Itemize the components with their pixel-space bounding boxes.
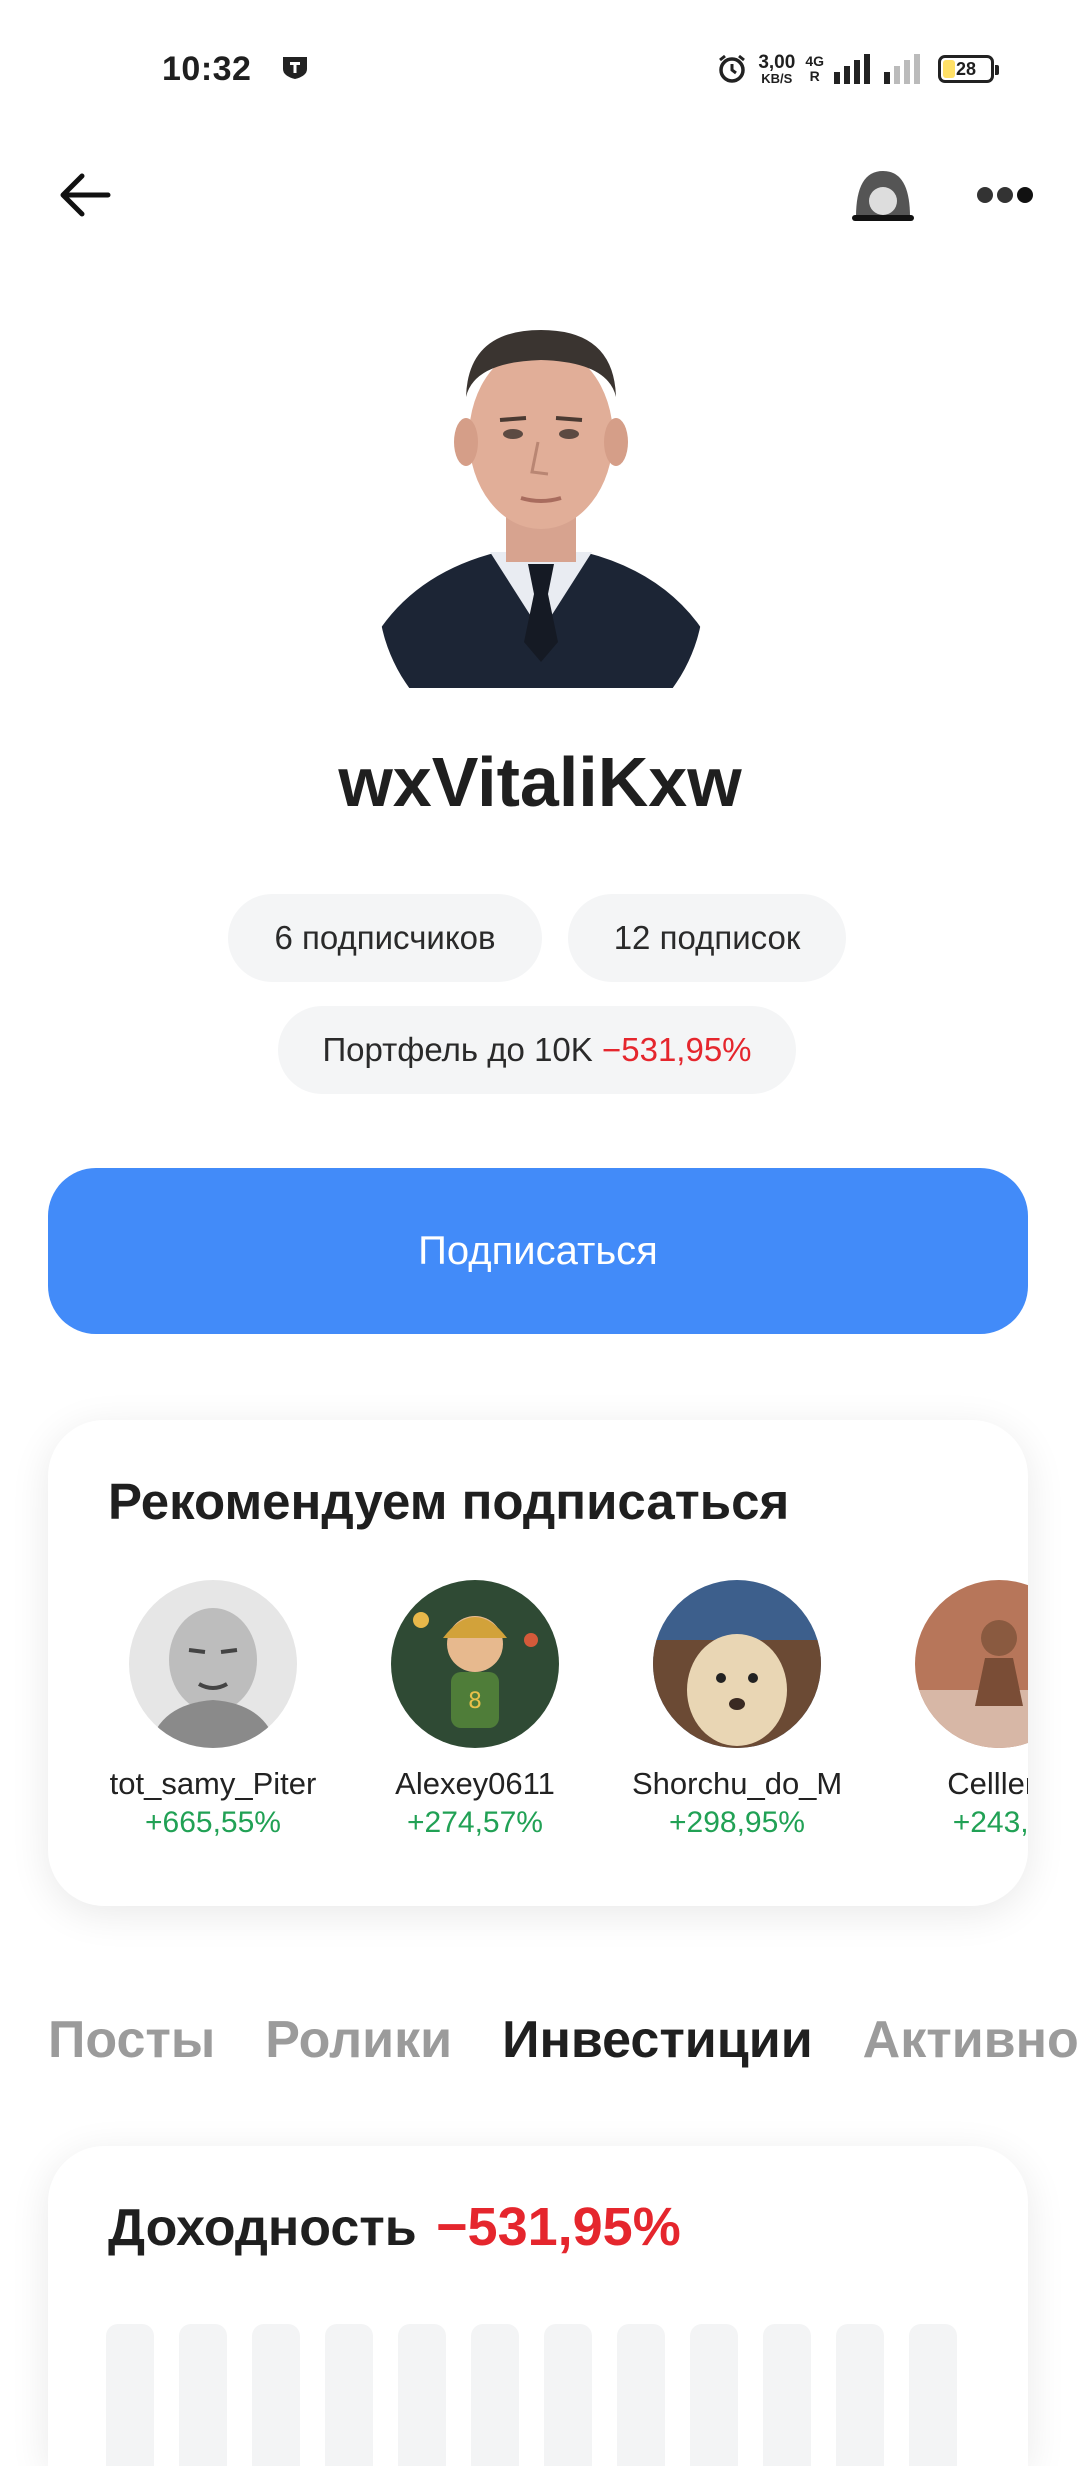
more-dot-icon: [1017, 187, 1033, 203]
alarm-icon: [719, 54, 746, 83]
yield-card: Доходность −531,95%: [48, 2146, 1028, 2466]
user-avatar: [653, 1580, 821, 1748]
recommended-user[interactable]: Celllent +243,8: [894, 1580, 1028, 1840]
network-type-label: 4G: [805, 53, 824, 69]
back-arrow-icon: [60, 173, 111, 217]
user-avatar: [129, 1580, 297, 1748]
yield-bar-placeholder: [179, 2324, 227, 2466]
net-speed-value: 3,00: [758, 52, 796, 73]
roaming-label: R: [809, 68, 820, 84]
following-count-button[interactable]: 12 подписок: [568, 894, 846, 982]
tab-posts[interactable]: Посты: [48, 2010, 215, 2090]
user-name: Shorchu_do_M: [632, 1766, 842, 1801]
tab-activity[interactable]: Активно: [863, 2010, 1079, 2090]
profile-avatar: [378, 302, 704, 688]
yield-bar-placeholder: [325, 2324, 373, 2466]
signal-icon: [834, 54, 870, 84]
portfolio-label: Портфель до 10K: [322, 1031, 593, 1068]
more-dot-icon: [977, 187, 993, 203]
battery-level: 28: [955, 58, 977, 79]
followers-count-button[interactable]: 6 подписчиков: [228, 894, 542, 982]
user-avatar: 8: [391, 1580, 559, 1748]
user-name: Alexey0611: [395, 1766, 555, 1801]
yield-bar-placeholder: [106, 2324, 154, 2466]
yield-value: −531,95%: [436, 2197, 681, 2257]
tinkoff-notification-icon: [282, 56, 308, 80]
profile-username: wxVitaliKxw: [338, 743, 742, 821]
more-options-button[interactable]: [970, 160, 1040, 230]
svg-text:8: 8: [468, 1689, 482, 1714]
back-button[interactable]: [50, 160, 120, 230]
yield-bar-placeholder: [544, 2324, 592, 2466]
user-gain: +243,8: [952, 1806, 1028, 1839]
shield-button[interactable]: [848, 160, 918, 230]
more-dot-icon: [997, 187, 1013, 203]
network-type: 4G R: [805, 54, 824, 84]
net-speed-unit: KB/S: [761, 71, 793, 86]
signal-weak-icon: [884, 54, 920, 84]
shield-icon: [852, 171, 914, 221]
user-avatar: [915, 1580, 1028, 1748]
portfolio-button[interactable]: Портфель до 10K −531,95%: [278, 1006, 796, 1094]
status-icons: 3,00 KB/S 4G R 28: [716, 48, 999, 90]
yield-bar-placeholder: [690, 2324, 738, 2466]
recommended-user[interactable]: Shorchu_do_M +298,95%: [632, 1580, 842, 1840]
user-gain: +665,55%: [145, 1806, 281, 1839]
recommend-card: Рекомендуем подписаться tot_samy_Piter +…: [48, 1420, 1028, 1906]
yield-bar-placeholder: [836, 2324, 884, 2466]
status-time: 10:32: [162, 50, 252, 88]
subscribe-button[interactable]: Подписаться: [48, 1168, 1028, 1334]
battery-icon: 28: [938, 55, 999, 83]
tab-reels[interactable]: Ролики: [265, 2010, 452, 2090]
yield-bar-placeholder: [763, 2324, 811, 2466]
yield-bar-placeholder: [471, 2324, 519, 2466]
yield-bar-placeholder: [617, 2324, 665, 2466]
yield-bar-placeholder: [398, 2324, 446, 2466]
yield-bar-placeholder: [252, 2324, 300, 2466]
user-gain: +274,57%: [407, 1806, 543, 1839]
recommended-user[interactable]: tot_samy_Piter +665,55%: [108, 1580, 318, 1840]
recommend-title: Рекомендуем подписаться: [108, 1473, 790, 1530]
user-name: tot_samy_Piter: [109, 1766, 317, 1801]
portfolio-return: −531,95%: [601, 1031, 752, 1068]
yield-bar-placeholder: [909, 2324, 957, 2466]
user-gain: +298,95%: [669, 1806, 805, 1839]
yield-label: Доходность: [108, 2199, 417, 2257]
recommended-user[interactable]: 8 Alexey0611 +274,57%: [370, 1580, 580, 1840]
user-name: Celllent: [947, 1766, 1028, 1801]
profile-tabs: Посты Ролики Инвестиции Активно: [48, 2010, 1079, 2090]
tab-investments[interactable]: Инвестиции: [502, 2010, 813, 2090]
net-speed: 3,00 KB/S: [758, 53, 795, 85]
